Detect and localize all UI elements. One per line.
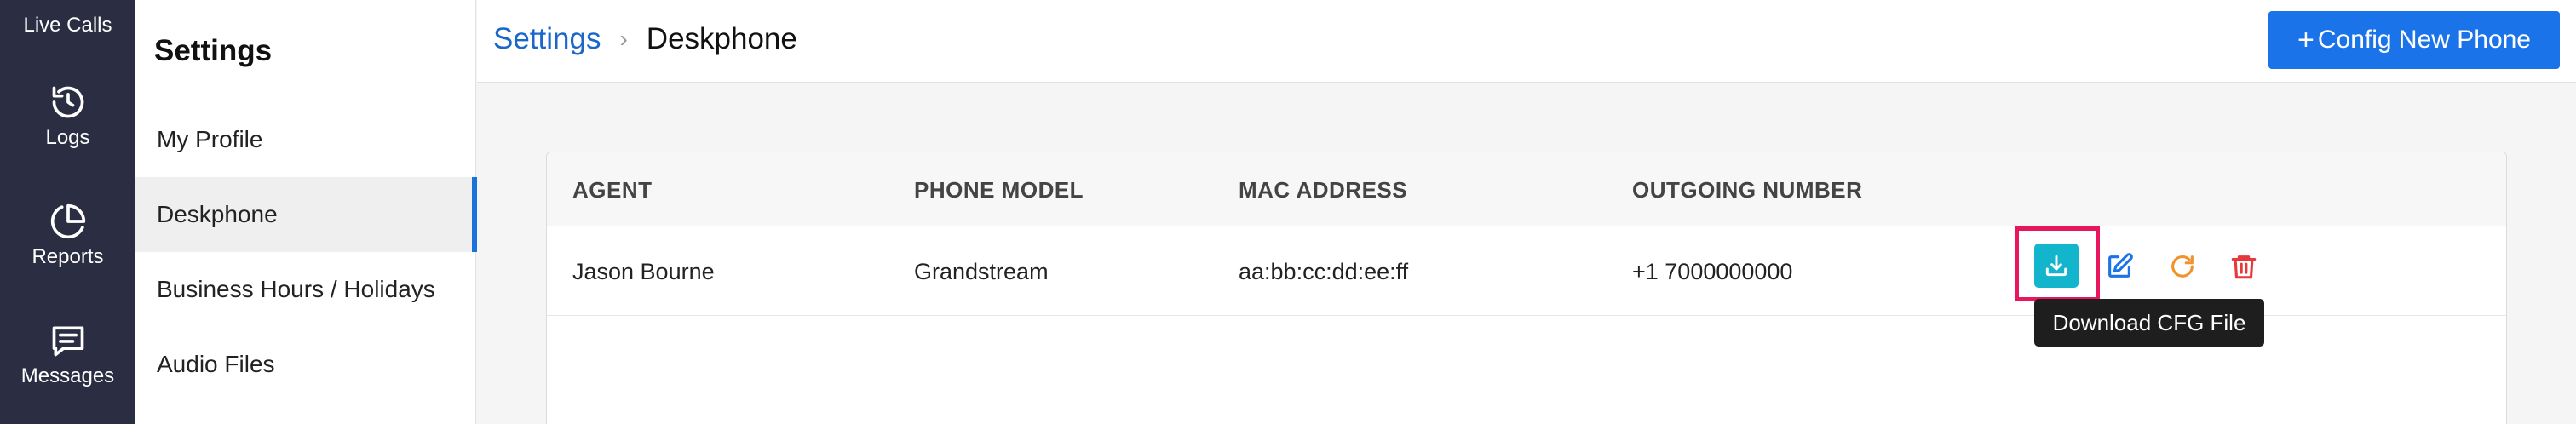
chevron-right-icon: ›	[619, 26, 628, 52]
tooltip-download-cfg: Download CFG File	[2034, 299, 2264, 347]
deskphone-table: AGENT PHONE MODEL MAC ADDRESS OUTGOING N…	[546, 152, 2507, 424]
sidebar-item-deskphone[interactable]: Deskphone	[135, 177, 477, 252]
edit-icon	[2108, 253, 2133, 278]
sidebar-item-my-profile[interactable]: My Profile	[135, 102, 476, 177]
config-new-phone-label: Config New Phone	[2317, 26, 2531, 54]
download-cfg-button[interactable]	[2034, 244, 2079, 288]
delete-button[interactable]	[2227, 249, 2261, 284]
message-icon	[52, 326, 83, 357]
refresh-button[interactable]	[2165, 249, 2199, 284]
breadcrumb-settings-link[interactable]: Settings	[493, 22, 601, 56]
rail-label-messages: Messages	[20, 364, 115, 387]
rail-item-live-calls[interactable]: Live Calls	[0, 14, 135, 37]
plus-icon: +	[2297, 23, 2314, 56]
table-header: AGENT PHONE MODEL MAC ADDRESS OUTGOING N…	[547, 152, 2506, 226]
config-new-phone-button[interactable]: + Config New Phone	[2268, 11, 2560, 69]
pie-chart-icon	[50, 203, 85, 239]
rail-item-reports[interactable]: Reports	[0, 203, 135, 269]
column-header-phone-model: PHONE MODEL	[914, 177, 1084, 203]
trash-icon	[2231, 255, 2257, 279]
download-icon	[2045, 255, 2067, 277]
cell-mac-address: aa:bb:cc:dd:ee:ff	[1239, 259, 1409, 284]
nav-rail: Live Calls Logs Reports Messages	[0, 0, 135, 424]
edit-button[interactable]	[2102, 249, 2136, 284]
history-icon	[52, 86, 83, 118]
rail-label-reports: Reports	[32, 245, 104, 268]
rail-label-logs: Logs	[45, 126, 90, 149]
page-title: Deskphone	[646, 22, 797, 55]
column-header-agent: AGENT	[572, 177, 653, 203]
rail-item-messages[interactable]: Messages	[0, 322, 135, 388]
cell-phone-model: Grandstream	[914, 259, 1049, 284]
cell-outgoing-number: +1 7000000000	[1632, 259, 1793, 284]
sidebar-title: Settings	[154, 34, 273, 67]
sidebar-item-business-hours[interactable]: Business Hours / Holidays	[135, 252, 476, 327]
rail-item-logs[interactable]: Logs	[0, 83, 135, 150]
settings-sidebar: Settings My Profile Deskphone Business H…	[135, 0, 477, 424]
cell-agent: Jason Bourne	[572, 259, 715, 284]
column-header-mac-address: MAC ADDRESS	[1239, 177, 1408, 203]
refresh-icon	[2171, 255, 2194, 278]
page-header: Settings › Deskphone + Config New Phone	[477, 0, 2576, 83]
rail-label-live-calls: Live Calls	[23, 14, 112, 37]
breadcrumb: Settings › Deskphone	[493, 22, 797, 56]
sidebar-item-audio-files[interactable]: Audio Files	[135, 327, 476, 402]
column-header-outgoing-number: OUTGOING NUMBER	[1632, 177, 1863, 203]
